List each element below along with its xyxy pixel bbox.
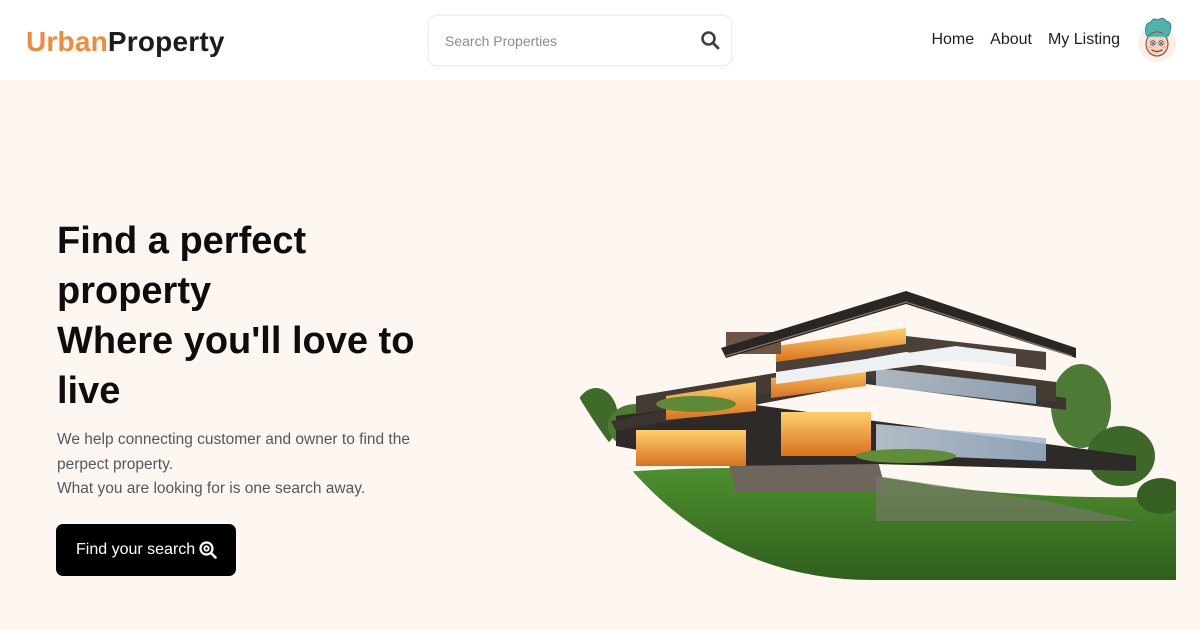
hero-title-line: Where you'll love to <box>57 320 415 362</box>
logo-word-property: Property <box>107 26 225 57</box>
hero-description-line: What you are looking for is one search a… <box>57 480 366 497</box>
main-nav: Home About My Listing <box>931 30 1120 50</box>
cta-label: Find your search <box>76 541 196 558</box>
nav-about-link[interactable]: About <box>990 30 1032 50</box>
hero-description-line: perpect property. <box>57 455 174 473</box>
find-your-search-button[interactable]: Find your search <box>56 524 236 576</box>
hero-description: We help connecting customer and owner to… <box>57 428 457 502</box>
logo-word-urban: Urban <box>26 26 108 57</box>
search-input[interactable] <box>429 16 689 65</box>
site-header: UrbanProperty Home About My Listing <box>0 0 1200 80</box>
nav-my-listing-link[interactable]: My Listing <box>1048 30 1120 50</box>
hero-title-line: live <box>57 370 121 412</box>
hero-title-line: Find a perfect <box>57 220 307 262</box>
zoom-search-icon <box>199 541 217 559</box>
search-bar <box>428 15 732 66</box>
search-icon[interactable] <box>699 29 721 51</box>
hero-house-image <box>576 291 1176 581</box>
hero-description-line: We help connecting customer and owner to… <box>57 431 410 448</box>
hero-title: Find a perfect property Where you'll lov… <box>57 216 477 416</box>
site-logo[interactable]: UrbanProperty <box>26 24 225 60</box>
user-avatar[interactable] <box>1138 16 1176 62</box>
hero-title-line: property <box>57 270 212 312</box>
nav-home-link[interactable]: Home <box>931 30 974 50</box>
